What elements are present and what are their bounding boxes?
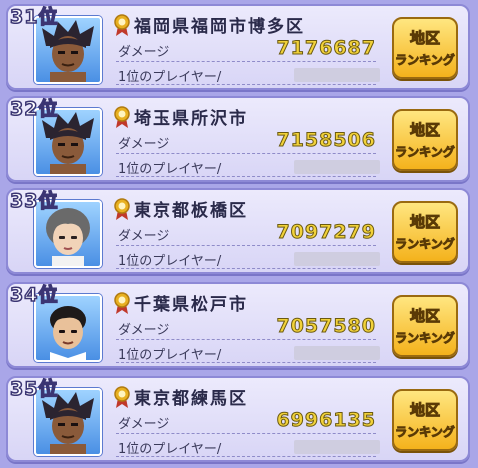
- region-name: 千葉県松戸市: [134, 295, 248, 315]
- damage-value: 7176687: [276, 37, 376, 60]
- region-ranking-button[interactable]: 地区 ランキング: [392, 17, 458, 79]
- rank-label: 32位: [9, 97, 59, 121]
- damage-label: ダメージ: [118, 417, 170, 432]
- blurred-player-name: [294, 346, 380, 360]
- medal-icon: [114, 14, 130, 36]
- button-label-line2: ランキング: [395, 145, 456, 160]
- divider: [116, 339, 376, 340]
- divider: [116, 362, 376, 363]
- region-name: 東京都板橋区: [134, 201, 248, 221]
- damage-label: ダメージ: [118, 323, 170, 338]
- damage-value: 7158506: [276, 129, 376, 152]
- button-label-line1: 地区: [409, 121, 440, 140]
- divider: [116, 176, 376, 177]
- region-name: 埼玉県所沢市: [134, 109, 248, 129]
- damage-label: ダメージ: [118, 45, 170, 60]
- top-player-label: 1位のプレイヤー/: [118, 162, 222, 177]
- ranking-entry: 33位 東京都板橋区 ダメージ 7097279 1位のプレイヤー/ 地区 ランキ…: [6, 188, 470, 274]
- region-ranking-list: 31位 福岡県福岡市博多区 ダメージ 7176687 1位のプレイヤー/ 地区: [0, 0, 478, 468]
- blurred-player-name: [294, 160, 380, 174]
- divider: [116, 84, 376, 85]
- region-name: 東京都練馬区: [134, 389, 248, 409]
- button-label-line2: ランキング: [395, 53, 456, 68]
- medal-icon: [114, 292, 130, 314]
- ranking-entry: 32位 埼玉県所沢市 ダメージ 7158506 1位のプレイヤー/ 地区 ランキ…: [6, 96, 470, 182]
- medal-icon: [114, 198, 130, 220]
- damage-label: ダメージ: [118, 229, 170, 244]
- damage-value: 7097279: [276, 221, 376, 244]
- divider: [116, 433, 376, 434]
- region-ranking-button[interactable]: 地区 ランキング: [392, 109, 458, 171]
- rank-label: 33位: [9, 189, 59, 213]
- blurred-player-name: [294, 68, 380, 82]
- ranking-entry: 35位 東京都練馬区 ダメージ 6996135 1位のプレイヤー/ 地区 ランキ…: [6, 376, 470, 462]
- region-ranking-button[interactable]: 地区 ランキング: [392, 201, 458, 263]
- button-label-line2: ランキング: [395, 425, 456, 440]
- damage-label: ダメージ: [118, 137, 170, 152]
- damage-value: 6996135: [276, 409, 376, 432]
- top-player-label: 1位のプレイヤー/: [118, 348, 222, 363]
- blurred-player-name: [294, 252, 380, 266]
- button-label-line2: ランキング: [395, 331, 456, 346]
- divider: [116, 268, 376, 269]
- damage-value: 7057580: [276, 315, 376, 338]
- divider: [116, 456, 376, 457]
- rank-label: 35位: [9, 377, 59, 401]
- divider: [116, 153, 376, 154]
- divider: [116, 245, 376, 246]
- region-name: 福岡県福岡市博多区: [134, 17, 305, 37]
- button-label-line1: 地区: [409, 213, 440, 232]
- button-label-line1: 地区: [409, 29, 440, 48]
- ranking-entry: 34位 千葉県松戸市 ダメージ 7057580 1位のプレイヤー/ 地区 ランキ…: [6, 282, 470, 368]
- ranking-entry: 31位 福岡県福岡市博多区 ダメージ 7176687 1位のプレイヤー/ 地区: [6, 4, 470, 90]
- button-label-line2: ランキング: [395, 237, 456, 252]
- top-player-label: 1位のプレイヤー/: [118, 254, 222, 269]
- medal-icon: [114, 386, 130, 408]
- medal-icon: [114, 106, 130, 128]
- top-player-label: 1位のプレイヤー/: [118, 442, 222, 457]
- top-player-label: 1位のプレイヤー/: [118, 70, 222, 85]
- button-label-line1: 地区: [409, 401, 440, 420]
- region-ranking-button[interactable]: 地区 ランキング: [392, 389, 458, 451]
- rank-label: 34位: [9, 283, 59, 307]
- region-ranking-button[interactable]: 地区 ランキング: [392, 295, 458, 357]
- button-label-line1: 地区: [409, 307, 440, 326]
- divider: [116, 61, 376, 62]
- blurred-player-name: [294, 440, 380, 454]
- rank-label: 31位: [9, 5, 59, 29]
